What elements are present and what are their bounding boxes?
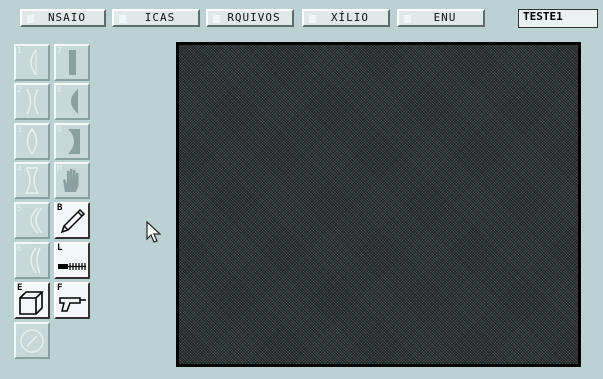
meniscus-lens-alt-icon — [30, 247, 41, 274]
tool-meniscus-lens[interactable]: 5 — [14, 202, 50, 239]
plano-convex-icon — [71, 89, 78, 114]
menu-dicas-label: ICAS — [144, 11, 176, 24]
tool-disc[interactable] — [14, 322, 50, 359]
meniscus-lens-icon — [30, 207, 43, 234]
biconvex-lens-icon — [26, 127, 38, 156]
mouse-cursor-icon — [146, 220, 162, 243]
tool-pencil[interactable]: B — [54, 202, 90, 239]
menu-auxilio-button[interactable]: XÍLIO — [302, 9, 390, 27]
convex-lens-icon — [30, 49, 37, 76]
file-name-text: TESTE1 — [523, 10, 563, 23]
ruler-icon — [58, 263, 86, 270]
hotkey-marker — [309, 15, 316, 23]
tool-concave-lens[interactable]: 2 — [14, 83, 50, 120]
disc-icon — [20, 329, 44, 353]
tool-biconcave-lens[interactable]: 4 — [14, 162, 50, 199]
tool-flat-plate[interactable]: 7 — [54, 44, 90, 81]
pencil-icon — [60, 208, 86, 234]
box-icon — [19, 291, 44, 315]
concave-lens-icon — [26, 88, 39, 115]
hand-icon — [63, 169, 79, 192]
hotkey-marker — [404, 15, 411, 23]
hotkey-marker — [213, 15, 220, 23]
plano-concave-icon — [68, 129, 80, 154]
menu-arquivos-button[interactable]: RQUIVOS — [206, 9, 294, 27]
flat-plate-icon — [69, 50, 76, 75]
menu-dicas-button[interactable]: ICAS — [112, 9, 200, 27]
drawing-canvas[interactable] — [176, 42, 581, 367]
canvas-surface[interactable] — [179, 45, 578, 364]
file-name-field[interactable]: TESTE1 — [518, 9, 598, 28]
biconcave-lens-icon — [25, 167, 39, 194]
menu-arquivos-label: RQUIVOS — [227, 11, 281, 24]
hotkey-marker — [27, 15, 34, 23]
menu-menu-button[interactable]: ENU — [397, 9, 485, 27]
menu-ensaio-button[interactable]: NSAIO — [20, 9, 106, 27]
hotkey-marker — [119, 15, 126, 23]
tool-ruler[interactable]: L — [54, 242, 90, 279]
tool-plano-concave[interactable]: 9 — [54, 123, 90, 160]
menu-auxilio-label: XÍLIO — [330, 11, 370, 24]
tool-convex-lens[interactable]: 1 — [14, 44, 50, 81]
tool-biconvex-lens[interactable]: 3 — [14, 123, 50, 160]
light-gun-icon — [59, 297, 86, 312]
tool-hand[interactable]: M — [54, 162, 90, 199]
menu-menu-label: ENU — [433, 11, 457, 24]
tool-plano-convex[interactable]: 8 — [54, 83, 90, 120]
tool-box[interactable]: E — [14, 282, 50, 319]
tool-light-gun[interactable]: F — [54, 282, 90, 319]
tool-meniscus-lens-alt[interactable]: 6 — [14, 242, 50, 279]
menu-ensaio-label: NSAIO — [47, 11, 87, 24]
